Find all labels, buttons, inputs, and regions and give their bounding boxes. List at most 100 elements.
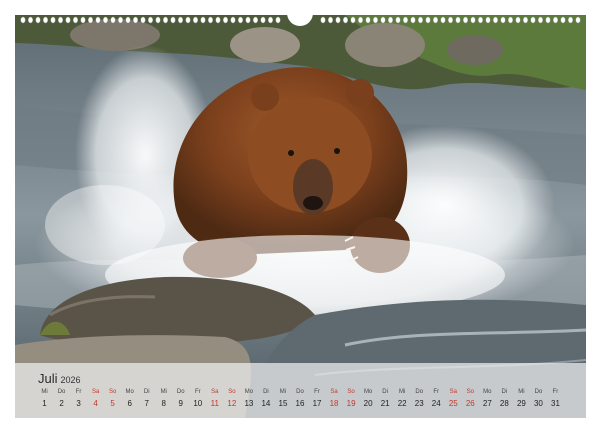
binding-ring	[365, 16, 371, 24]
calendar-day: Sa 18	[326, 388, 343, 414]
weekday-label: Do	[415, 389, 424, 395]
binding-ring	[20, 16, 26, 24]
day-number: 21	[380, 399, 390, 408]
weekday-label: Mi	[399, 389, 406, 395]
binding-ring	[50, 16, 56, 24]
binding-ring	[117, 16, 124, 24]
day-number: 20	[363, 399, 373, 408]
day-number: 17	[312, 399, 322, 408]
weekday-label: Sa	[211, 389, 219, 395]
weekday-label: So	[108, 389, 117, 395]
day-number: 22	[397, 399, 407, 408]
binding-ring	[410, 16, 416, 24]
binding-ring	[132, 16, 139, 24]
calendar-day: Sa 4	[87, 388, 104, 414]
binding-ring	[537, 16, 544, 24]
calendar-day: Mi 8	[155, 388, 172, 414]
binding-ring	[417, 16, 424, 24]
binding-ring	[357, 16, 364, 24]
binding-ring	[230, 16, 236, 24]
weekday-label: Fr	[75, 389, 82, 395]
day-number: 5	[110, 399, 115, 408]
binding-ring	[110, 16, 116, 24]
binding-ring	[125, 16, 131, 24]
calendar-day: Di 14	[257, 388, 274, 414]
binding-ring	[57, 16, 64, 24]
calendar-day: Sa 25	[445, 388, 462, 414]
calendar-day: Fr 10	[189, 388, 206, 414]
binding-ring	[27, 16, 34, 24]
bear-in-river-illustration	[15, 15, 586, 418]
binding-ring	[327, 16, 334, 24]
binding-ring	[507, 16, 514, 24]
weekday-label: Sa	[91, 389, 100, 395]
calendar-day: Do 2	[53, 388, 70, 414]
binding-ring	[500, 16, 506, 24]
calendar-day: Mi 22	[394, 388, 411, 414]
day-number: 4	[93, 399, 98, 408]
weekday-label: Do	[296, 389, 304, 395]
calendar-day: Mo 27	[479, 388, 496, 414]
binding-ring	[552, 16, 559, 24]
calendar-day: Do 9	[172, 388, 189, 414]
day-number: 9	[178, 399, 183, 408]
day-number: 15	[278, 399, 288, 408]
binding-ring	[387, 16, 394, 24]
day-number: 26	[465, 399, 475, 408]
binding-ring	[335, 16, 341, 24]
binding-ring	[95, 16, 101, 24]
binding-ring	[545, 16, 551, 24]
weekday-label: So	[466, 389, 474, 395]
calendar-day: So 26	[462, 388, 479, 414]
weekday-label: Di	[143, 389, 150, 395]
binding-ring	[267, 16, 274, 24]
calendar-day: Mo 13	[240, 388, 257, 414]
calendar-day: So 19	[343, 388, 360, 414]
calendar-day: Mo 20	[360, 388, 377, 414]
calendar-day: So 12	[223, 388, 240, 414]
weekday-label: Mo	[244, 389, 254, 395]
binding-ring	[177, 16, 184, 24]
binding-ring	[192, 16, 199, 24]
binding-ring	[42, 16, 49, 24]
calendar-day: Mi 29	[513, 388, 530, 414]
month-year: 2026	[60, 375, 81, 385]
binding-ring	[35, 16, 41, 24]
weekday-label: So	[347, 389, 355, 395]
weekday-label: Do	[534, 389, 543, 395]
day-number: 24	[431, 399, 441, 408]
month-title: Juli 2026	[38, 371, 81, 386]
weekday-label: Sa	[330, 389, 338, 395]
binding-ring	[80, 16, 86, 24]
day-number: 11	[210, 399, 219, 408]
binding-ring	[575, 16, 581, 24]
weekday-label: Sa	[449, 389, 457, 395]
weekday-label: Fr	[314, 389, 320, 395]
binding-ring	[72, 16, 79, 24]
calendar-day: Mi 15	[274, 388, 291, 414]
binding-ring	[425, 16, 431, 24]
binding-ring	[200, 16, 206, 24]
binding-ring	[245, 16, 251, 24]
binding-ring	[567, 16, 574, 24]
weekday-label: Do	[57, 389, 66, 395]
weekday-label: Di	[382, 389, 388, 395]
day-number: 28	[499, 399, 509, 408]
binding-ring	[530, 16, 536, 24]
binding-ring	[470, 16, 476, 24]
binding-ring	[560, 16, 566, 24]
binding-ring	[185, 16, 191, 24]
weekday-label: Fr	[552, 389, 559, 395]
day-number: 27	[482, 399, 492, 408]
binding-ring	[447, 16, 454, 24]
weekday-label: Do	[176, 389, 185, 395]
day-number: 13	[244, 399, 254, 408]
day-number: 6	[127, 399, 132, 408]
weekday-label: Mo	[125, 389, 134, 395]
binding-ring	[492, 16, 499, 24]
binding-ring	[162, 16, 169, 24]
day-number: 19	[346, 399, 356, 408]
calendar-day: So 5	[104, 388, 121, 414]
weekday-label: Fr	[433, 389, 440, 395]
calendar-day: Fr 31	[547, 388, 564, 414]
